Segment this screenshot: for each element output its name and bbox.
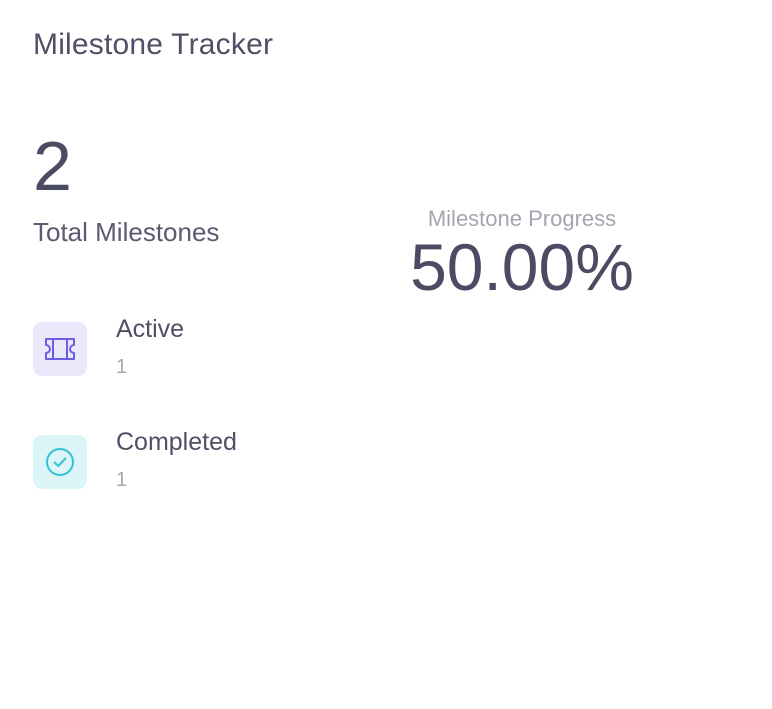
milestone-progress: Milestone Progress 50.00% xyxy=(396,205,648,303)
check-circle-icon xyxy=(33,435,87,489)
stat-completed-label: Completed xyxy=(116,428,237,456)
milestone-progress-label: Milestone Progress xyxy=(427,206,617,231)
card-title: Milestone Tracker xyxy=(33,28,274,61)
ticket-icon xyxy=(33,322,87,376)
total-milestones-value: 2 xyxy=(33,127,72,205)
milestone-progress-value: 50.00% xyxy=(410,230,634,304)
stat-active: Active 1 xyxy=(33,313,184,379)
stat-active-count: 1 xyxy=(116,356,128,378)
total-milestones-label: Total Milestones xyxy=(33,217,220,247)
stat-active-label: Active xyxy=(116,315,185,343)
stat-completed-count: 1 xyxy=(116,469,128,491)
milestone-tracker-card: Milestone Tracker 2 Total Milestones Mil… xyxy=(0,0,772,709)
stat-completed: Completed 1 xyxy=(33,426,237,492)
